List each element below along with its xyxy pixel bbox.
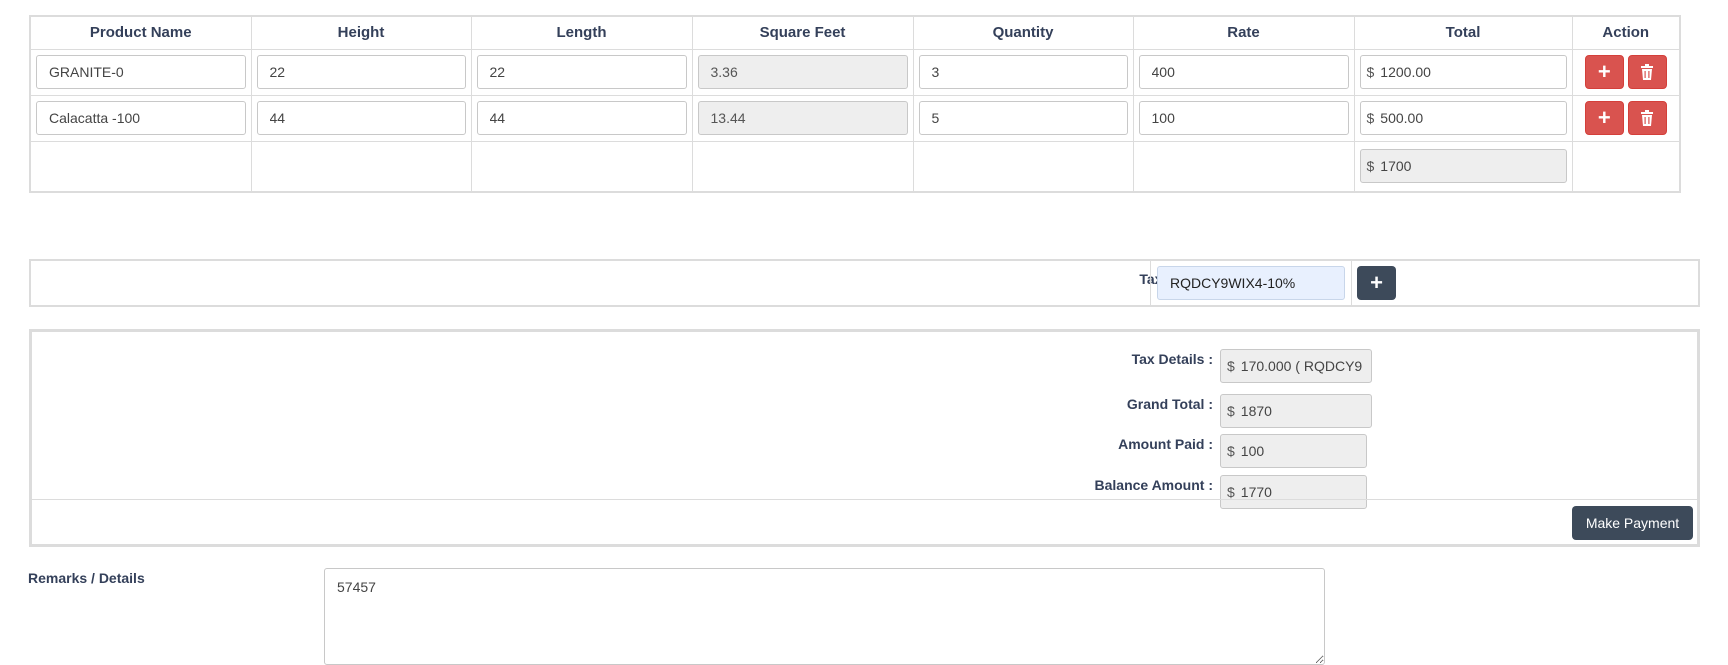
square-feet-field bbox=[697, 101, 908, 135]
amount-paid-row: Amount Paid : $ bbox=[32, 434, 1697, 468]
tax-details-field: $ bbox=[1220, 349, 1372, 383]
height-input[interactable] bbox=[256, 55, 466, 89]
make-payment-button[interactable]: Make Payment bbox=[1572, 506, 1693, 540]
balance-amount-label: Balance Amount : bbox=[1094, 477, 1214, 493]
grand-items-total-field: $ bbox=[1359, 149, 1567, 184]
header-action: Action bbox=[1571, 15, 1681, 50]
header-length: Length bbox=[470, 15, 693, 50]
add-tax-button[interactable]: + bbox=[1357, 266, 1396, 300]
delete-row-button[interactable] bbox=[1627, 55, 1667, 89]
length-input[interactable] bbox=[476, 101, 687, 135]
add-row-button[interactable]: + bbox=[1584, 55, 1624, 89]
table-row: $ + bbox=[29, 94, 1681, 142]
items-table: Product Name Height Length Square Feet Q… bbox=[29, 15, 1681, 193]
add-row-button[interactable]: + bbox=[1584, 101, 1624, 135]
height-input[interactable] bbox=[256, 101, 466, 135]
table-header-row: Product Name Height Length Square Feet Q… bbox=[29, 15, 1681, 50]
plus-icon: + bbox=[1370, 270, 1383, 295]
header-square-feet: Square Feet bbox=[691, 15, 914, 50]
total-input[interactable] bbox=[1378, 64, 1566, 80]
header-product-name: Product Name bbox=[29, 15, 252, 50]
rate-input[interactable] bbox=[1138, 101, 1349, 135]
divider bbox=[32, 499, 1697, 500]
divider bbox=[1351, 261, 1352, 305]
payment-summary-panel: Tax Details : $ Grand Total : $ Amount P… bbox=[29, 329, 1700, 547]
header-rate: Rate bbox=[1132, 15, 1355, 50]
currency-symbol: $ bbox=[1227, 358, 1235, 374]
currency-symbol: $ bbox=[1227, 443, 1235, 459]
currency-symbol: $ bbox=[1366, 110, 1375, 126]
items-total-value bbox=[1378, 158, 1566, 175]
currency-symbol: $ bbox=[1366, 64, 1375, 80]
total-field: $ bbox=[1359, 55, 1567, 89]
product-name-input[interactable] bbox=[36, 55, 246, 89]
amount-paid-value bbox=[1238, 443, 1366, 459]
tax-select-input[interactable] bbox=[1157, 266, 1345, 300]
grand-total-label: Grand Total : bbox=[1126, 396, 1213, 412]
tax-section: Tax : + bbox=[29, 259, 1700, 307]
rate-input[interactable] bbox=[1138, 55, 1349, 89]
table-footer-row: $ bbox=[29, 140, 1681, 193]
length-input[interactable] bbox=[476, 55, 687, 89]
remarks-textarea[interactable]: 57457 bbox=[324, 568, 1325, 665]
balance-amount-value bbox=[1238, 484, 1366, 500]
tax-details-value bbox=[1238, 358, 1371, 374]
currency-symbol: $ bbox=[1227, 403, 1235, 419]
table-row: $ + bbox=[29, 48, 1681, 96]
amount-paid-label: Amount Paid : bbox=[1118, 436, 1213, 452]
delete-row-button[interactable] bbox=[1627, 101, 1667, 135]
total-input[interactable] bbox=[1378, 110, 1566, 126]
quantity-input[interactable] bbox=[918, 55, 1128, 89]
balance-amount-field: $ bbox=[1220, 475, 1367, 509]
header-total: Total bbox=[1353, 15, 1573, 50]
currency-symbol: $ bbox=[1227, 484, 1235, 500]
balance-amount-row: Balance Amount : $ bbox=[32, 475, 1697, 509]
header-height: Height bbox=[250, 15, 472, 50]
grand-total-value bbox=[1238, 403, 1371, 419]
square-feet-field bbox=[697, 55, 908, 89]
grand-total-row: Grand Total : $ bbox=[32, 394, 1697, 428]
currency-symbol: $ bbox=[1366, 158, 1375, 175]
plus-icon: + bbox=[1597, 59, 1611, 84]
grand-total-field: $ bbox=[1220, 394, 1372, 428]
trash-icon bbox=[1641, 110, 1654, 126]
amount-paid-field: $ bbox=[1220, 434, 1367, 468]
divider bbox=[1150, 261, 1151, 305]
tax-details-row: Tax Details : $ bbox=[32, 349, 1697, 383]
header-quantity: Quantity bbox=[912, 15, 1134, 50]
remarks-label: Remarks / Details bbox=[28, 570, 145, 586]
product-name-input[interactable] bbox=[36, 101, 246, 135]
tax-details-label: Tax Details : bbox=[1131, 351, 1213, 367]
plus-icon: + bbox=[1597, 105, 1611, 130]
total-field: $ bbox=[1359, 101, 1567, 135]
quantity-input[interactable] bbox=[918, 101, 1128, 135]
trash-icon bbox=[1641, 64, 1654, 80]
